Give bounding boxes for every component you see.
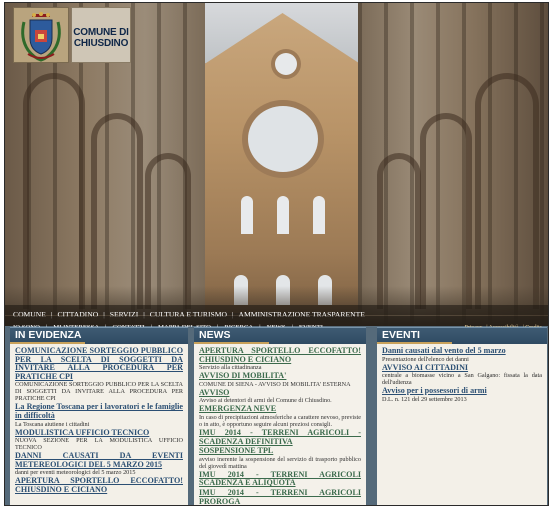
list-item-title[interactable]: Avviso per i possessori di armi	[382, 387, 542, 396]
site-title-line2: CHIUSDINO	[73, 38, 129, 49]
lancet-window	[241, 196, 253, 234]
secondary-nav: IO SONO | MI INTERESSA | CONTATTI | MAPP…	[5, 316, 548, 331]
arch	[23, 73, 85, 309]
list-item-title[interactable]: IMU 2014 - TERRENI AGRICOLI - SCADENZA D…	[199, 428, 361, 446]
news-heading: NEWS	[199, 329, 231, 341]
in-evidenza-heading: IN EVIDENZA	[15, 329, 82, 341]
list-item-desc: COMUNICAZIONE SORTEGGIO PUBBLICO PER LA …	[15, 381, 183, 403]
list-item-title[interactable]: AVVISO DI MOBILITA'	[199, 372, 361, 381]
list-item-title[interactable]: DANNI CAUSATI DA EVENTI METEREOLOGICI DE…	[15, 451, 183, 469]
page: COMUNE DI CHIUSDINO COMUNE | CITTADINO |…	[4, 2, 549, 506]
list-item-desc: COMUNE DI SIENA - AVVISO DI MOBILITA' ES…	[199, 380, 351, 388]
list-item-title[interactable]: IMU 2014 - TERRENI AGRICOLI PROROGA	[199, 488, 361, 505]
site-title[interactable]: COMUNE DI CHIUSDINO	[71, 7, 131, 63]
eventi-list: Danni causati dal vento del 5 marzo Pres…	[377, 344, 547, 505]
list-item-desc: danni per eventi meteorologici del 5 mar…	[15, 469, 136, 477]
in-evidenza-column: IN EVIDENZA COMUNICAZIONE SORTEGGIO PUBB…	[10, 327, 188, 505]
list-item-desc: avviso inerente la sospensione del servi…	[199, 455, 361, 470]
heading-accent	[10, 342, 85, 344]
list-item-title[interactable]: AVVISO AI CITTADINI	[382, 363, 542, 373]
heading-accent	[194, 342, 269, 344]
coat-of-arms-icon	[14, 8, 68, 62]
list-item-title[interactable]: IMU 2014 - TERRENI AGRICOLI SCADENZA E A…	[199, 470, 361, 488]
arch	[420, 113, 472, 309]
rose-window	[248, 106, 318, 172]
list-item-desc: In caso di precipitazioni atmosferiche a…	[199, 413, 362, 428]
list-item-title[interactable]: AVVISO	[199, 388, 361, 398]
list-item-desc: centrale a biomasse vicino a San Galgano…	[382, 372, 542, 387]
list-item-desc: Servizio alla cittadinanza	[199, 364, 262, 372]
list-item-desc: La Toscana aiutiene i cittadini	[15, 420, 90, 428]
list-item-title[interactable]: COMUNICAZIONE SORTEGGIO PUBBLICO PER LA …	[15, 346, 183, 381]
eventi-column: EVENTI Danni causati dal vento del 5 mar…	[377, 327, 547, 505]
main-nav: COMUNE | CITTADINO | SERVIZI | CULTURA E…	[5, 305, 548, 319]
coat-of-arms-logo[interactable]	[13, 7, 69, 63]
list-item-title[interactable]: APERTURA SPORTELLO ECCOFATTO! CHIUSDINO …	[15, 476, 183, 494]
eventi-heading: EVENTI	[382, 329, 420, 341]
content-columns: IN EVIDENZA COMUNICAZIONE SORTEGGIO PUBB…	[5, 327, 548, 505]
eventi-header: EVENTI	[377, 327, 547, 344]
in-evidenza-list: COMUNICAZIONE SORTEGGIO PUBBLICO PER LA …	[10, 344, 188, 505]
list-item-title[interactable]: SOSPENSIONE TPL	[199, 447, 361, 456]
heading-accent	[377, 342, 452, 344]
list-item-desc: Avviso ai detentori di armi del Comune d…	[199, 397, 332, 405]
list-item-desc: NUOVA SEZIONE PER LA MODULISTICA UFFICIO…	[15, 437, 183, 452]
news-list: APERTURA SPORTELLO ECCOFATTO! CHIUSDINO …	[194, 344, 366, 505]
list-item-title[interactable]: MODULISTICA UFFICIO TECNICO	[15, 428, 183, 438]
lancet-window	[277, 196, 289, 234]
list-item-title[interactable]: EMERGENZA NEVE	[199, 405, 361, 414]
arch	[475, 73, 539, 309]
list-item-desc: D.L. n. 121 del 29 settembre 2013	[382, 395, 467, 403]
list-item-title[interactable]: La Regione Toscana per i lavoratori e le…	[15, 403, 183, 420]
list-item-desc: Presentazione dell'elenco dei danni	[382, 355, 469, 363]
news-column: NEWS APERTURA SPORTELLO ECCOFATTO! CHIUS…	[194, 327, 366, 505]
site-title-line1: COMUNE DI	[73, 27, 129, 38]
oculus-window	[275, 53, 297, 75]
arch	[91, 113, 143, 309]
lancet-window	[313, 196, 325, 234]
hero-image: COMUNE DI CHIUSDINO	[5, 3, 548, 326]
list-item-title[interactable]: Danni causati dal vento del 5 marzo	[382, 346, 542, 356]
in-evidenza-header: IN EVIDENZA	[10, 327, 188, 344]
list-item-title[interactable]: APERTURA SPORTELLO ECCOFATTO! CHIUSDINO …	[199, 346, 361, 364]
news-header: NEWS	[194, 327, 366, 344]
